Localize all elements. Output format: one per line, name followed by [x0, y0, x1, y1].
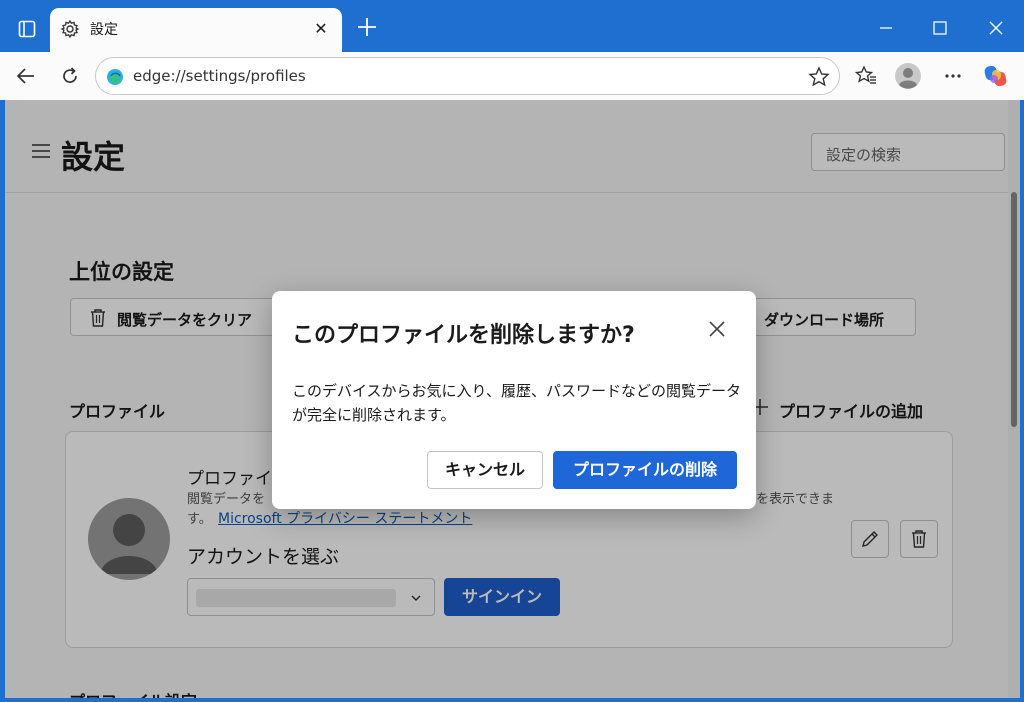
back-icon[interactable]: [12, 62, 40, 90]
title-bar: 設定 ✕: [0, 0, 1024, 52]
tab-settings[interactable]: 設定 ✕: [50, 8, 342, 52]
cancel-button[interactable]: キャンセル: [427, 451, 543, 489]
dialog-title: このプロファイルを削除しますか?: [292, 323, 635, 348]
edge-logo-icon: [106, 68, 124, 86]
close-tab-icon[interactable]: ✕: [310, 18, 332, 40]
minimize-icon[interactable]: [872, 14, 900, 42]
confirm-delete-button[interactable]: プロファイルの削除: [553, 451, 737, 489]
favorites-icon[interactable]: [852, 62, 880, 90]
close-dialog-icon[interactable]: [708, 320, 726, 338]
gear-icon: [60, 19, 80, 39]
dialog-message: このデバイスからお気に入り、履歴、パスワードなどの閲覧データが完全に削除されます…: [292, 382, 741, 424]
maximize-icon[interactable]: [926, 14, 954, 42]
browser-toolbar: edge://settings/profiles: [0, 52, 1024, 100]
copilot-icon[interactable]: [982, 62, 1010, 90]
favorite-star-icon[interactable]: [807, 65, 831, 89]
delete-profile-dialog: このプロファイルを削除しますか? このデバイスからお気に入り、履歴、パスワードな…: [272, 291, 756, 509]
address-bar[interactable]: edge://settings/profiles: [95, 57, 840, 95]
new-tab-icon[interactable]: [354, 14, 380, 40]
tab-title: 設定: [90, 22, 118, 38]
sidebar-toggle-icon[interactable]: [12, 14, 42, 44]
profile-avatar-icon[interactable]: [894, 62, 922, 90]
close-window-icon[interactable]: [982, 14, 1010, 42]
more-options-icon[interactable]: [939, 62, 967, 90]
refresh-icon[interactable]: [56, 62, 84, 90]
url-text: edge://settings/profiles: [133, 67, 306, 85]
